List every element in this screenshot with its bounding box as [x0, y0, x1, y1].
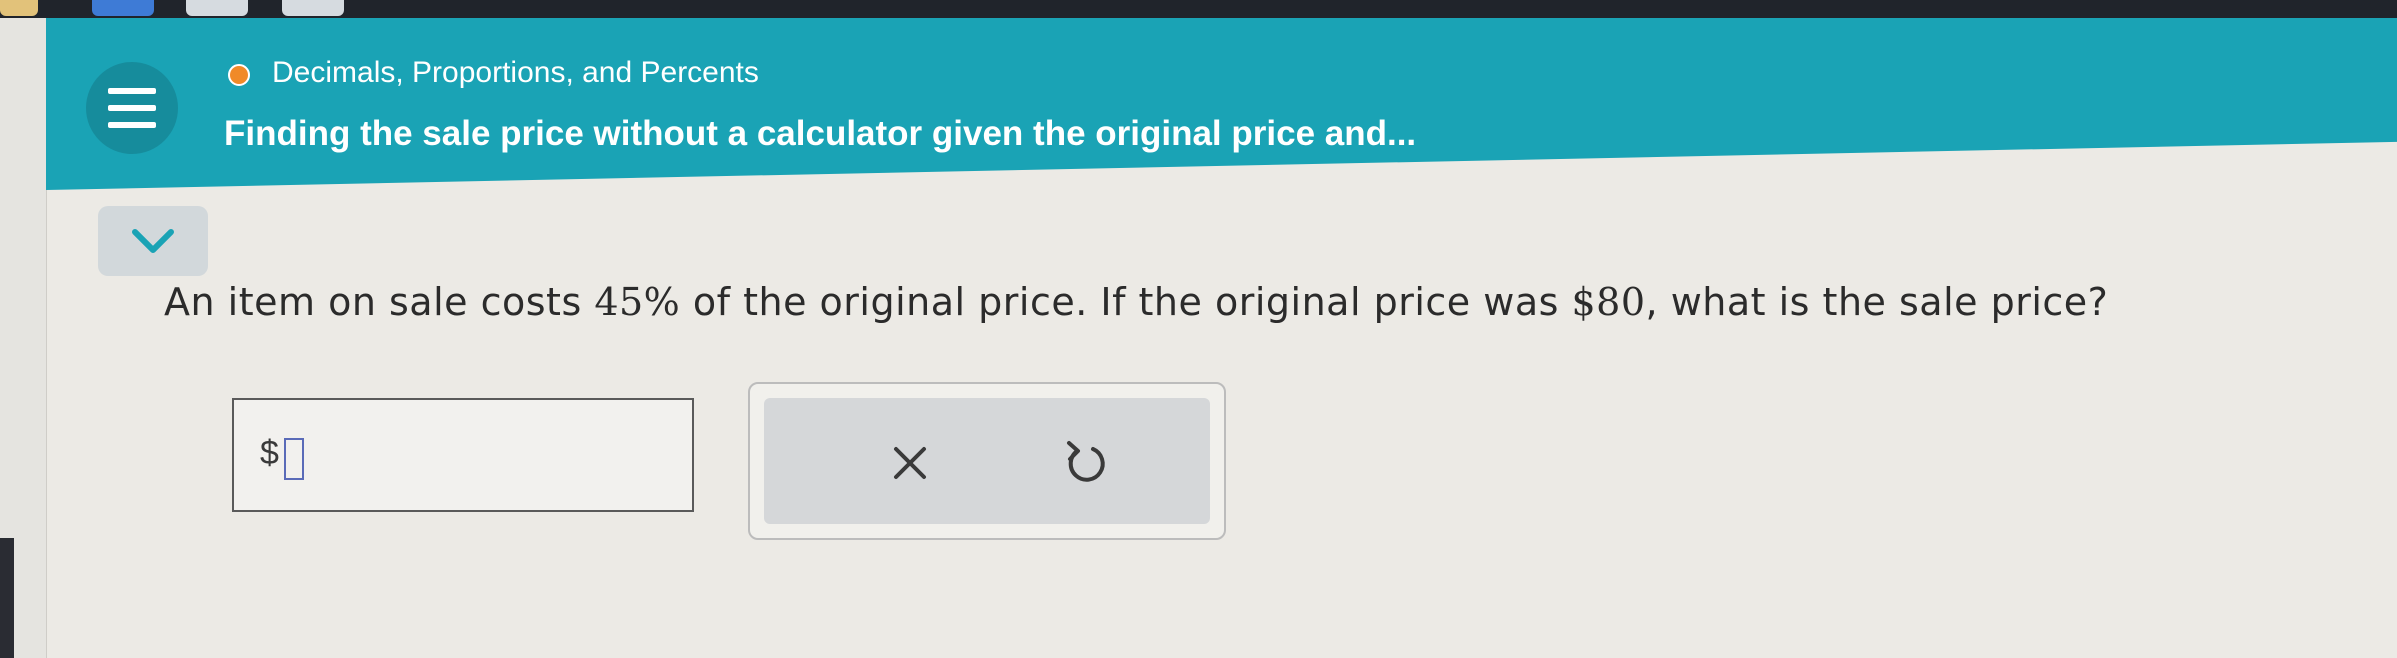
action-button-group	[748, 382, 1226, 540]
left-margin	[0, 18, 47, 658]
topic-label: Decimals, Proportions, and Percents	[272, 56, 759, 89]
bookmark-tab[interactable]	[0, 0, 38, 16]
question-middle: of the original price. If the original p…	[680, 280, 1572, 324]
hamburger-icon-line	[108, 88, 156, 94]
progress-dot-icon	[228, 64, 250, 86]
chevron-down-icon	[132, 229, 174, 253]
action-button-panel	[764, 398, 1210, 524]
toolbar-button[interactable]	[282, 0, 344, 16]
problem-title: Finding the sale price without a calcula…	[224, 114, 1417, 153]
close-icon	[894, 447, 926, 479]
question-price: $80	[1571, 280, 1646, 324]
text-cursor-box	[284, 438, 304, 480]
question-text: An item on sale costs 45% of the origina…	[164, 280, 2108, 324]
collapse-button[interactable]	[98, 206, 208, 276]
undo-icon	[1067, 441, 1105, 482]
toolbar-button[interactable]	[186, 0, 248, 16]
question-prefix: An item on sale costs	[164, 280, 595, 324]
question-percent: 45%	[594, 280, 681, 324]
clear-button[interactable]	[874, 432, 934, 492]
currency-symbol: $	[260, 434, 279, 472]
undo-button[interactable]	[1049, 432, 1109, 492]
menu-button[interactable]	[86, 62, 178, 154]
answer-input[interactable]: $	[232, 398, 694, 512]
question-suffix: , what is the sale price?	[1645, 280, 2109, 324]
toolbar-button[interactable]	[92, 0, 154, 16]
hamburger-icon-line	[108, 122, 156, 128]
hamburger-icon-line	[108, 105, 156, 111]
